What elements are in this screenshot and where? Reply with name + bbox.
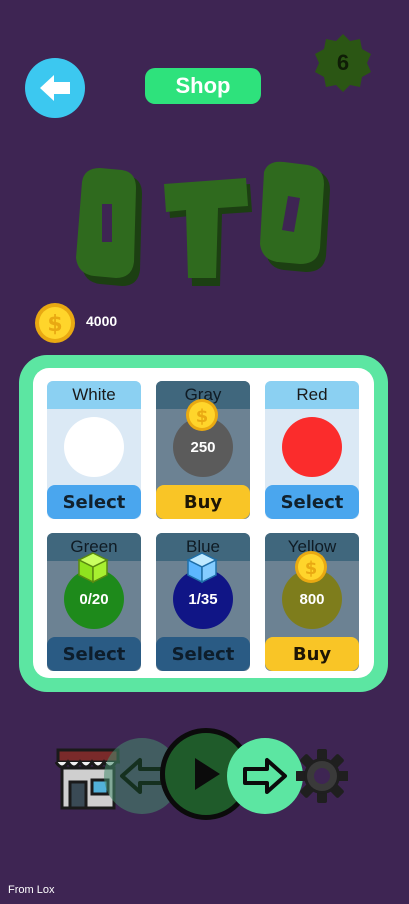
svg-text:$: $ (47, 312, 62, 337)
arrow-right-outline-icon (243, 758, 287, 794)
item-name: White (47, 381, 141, 409)
color-swatch (64, 417, 124, 477)
shop-item-white: White Select (47, 381, 141, 519)
coin-icon: $ (35, 303, 75, 343)
footer-credit: From Lox (8, 884, 55, 896)
buy-button[interactable]: Buy (265, 637, 359, 671)
play-icon (195, 758, 220, 790)
back-button[interactable] (25, 58, 85, 118)
select-button[interactable]: Select (47, 637, 141, 671)
select-button[interactable]: Select (156, 637, 250, 671)
buy-button[interactable]: Buy (156, 485, 250, 519)
select-button[interactable]: Select (265, 485, 359, 519)
item-name: Red (265, 381, 359, 409)
item-progress: 1/35 (188, 590, 218, 608)
next-button[interactable] (227, 738, 303, 814)
green-cube-icon (77, 552, 109, 584)
page-title: Shop (145, 68, 261, 104)
item-progress: 0/20 (79, 590, 109, 608)
coin-balance: 4000 (86, 313, 118, 329)
item-price: 800 (299, 590, 325, 608)
select-button[interactable]: Select (47, 485, 141, 519)
gear-icon[interactable] (296, 744, 348, 808)
level-number: 6 (336, 50, 350, 75)
shop-item-red: Red Select (265, 381, 359, 519)
svg-text:$: $ (196, 406, 209, 427)
blue-cube-icon (186, 552, 218, 584)
arrow-left-icon (40, 75, 70, 101)
svg-text:$: $ (305, 558, 318, 579)
color-swatch (282, 417, 342, 477)
coin-icon: $ (295, 551, 327, 583)
game-logo (76, 161, 330, 286)
coin-icon: $ (186, 399, 218, 431)
item-price: 250 (190, 438, 216, 456)
arrow-left-outline-icon (120, 758, 164, 794)
